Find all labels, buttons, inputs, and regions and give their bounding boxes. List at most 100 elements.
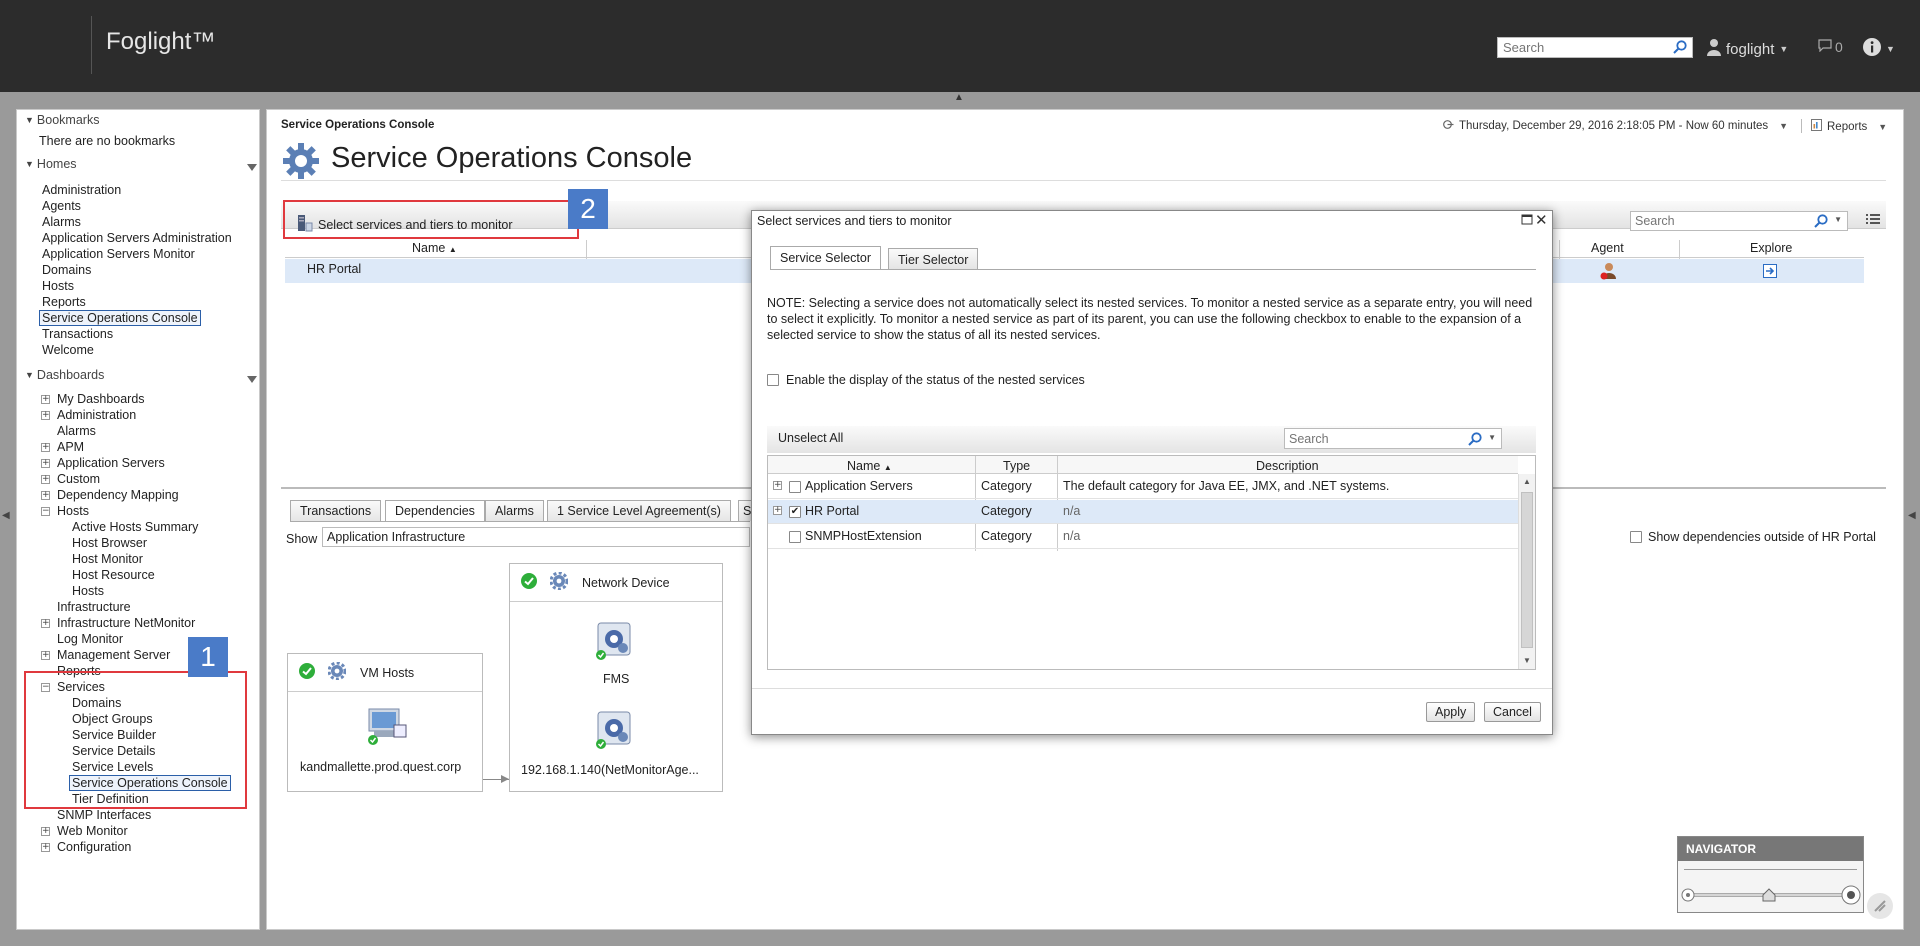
column-header-name[interactable]: Name ▲ <box>412 241 457 255</box>
home-link-transactions[interactable]: Transactions <box>42 327 113 342</box>
scrollbar-thumb[interactable] <box>1521 492 1533 648</box>
show-dropdown[interactable]: Application Infrastructure <box>322 527 750 547</box>
home-link-domains[interactable]: Domains <box>42 263 91 278</box>
search-icon[interactable] <box>1467 431 1483 450</box>
scroll-up-icon[interactable]: ▲ <box>1523 477 1531 486</box>
checkbox-box[interactable] <box>1630 531 1642 543</box>
filter-icon[interactable] <box>247 164 257 171</box>
expand-icon[interactable]: + <box>41 395 50 404</box>
close-icon[interactable]: ✕ <box>1535 211 1548 229</box>
dash-alarms[interactable]: Alarms <box>57 424 96 439</box>
home-link-reports[interactable]: Reports <box>42 295 86 310</box>
vm-host-label[interactable]: kandmallette.prod.quest.corp <box>300 760 461 774</box>
messages-button[interactable]: 0 <box>1818 39 1843 55</box>
expand-icon[interactable]: + <box>41 651 50 660</box>
expand-icon[interactable]: + <box>41 619 50 628</box>
global-search[interactable] <box>1497 37 1693 58</box>
resize-corner-icon[interactable] <box>1866 892 1894 923</box>
apply-button[interactable]: Apply <box>1426 702 1476 722</box>
dash-apm[interactable]: APM <box>57 440 84 455</box>
filter-icon[interactable] <box>247 376 257 383</box>
dashboards-header[interactable]: ▼ Dashboards <box>25 368 104 382</box>
expand-icon[interactable]: + <box>41 843 50 852</box>
dash-my-dashboards[interactable]: My Dashboards <box>57 392 145 407</box>
home-link-hosts[interactable]: Hosts <box>42 279 74 294</box>
expand-icon[interactable]: + <box>41 443 50 452</box>
dash-custom[interactable]: Custom <box>57 472 100 487</box>
row-checkbox[interactable] <box>789 481 801 493</box>
home-link-agents[interactable]: Agents <box>42 199 81 214</box>
tab-tier-selector[interactable]: Tier Selector <box>888 248 979 269</box>
collapse-icon[interactable]: − <box>41 507 50 516</box>
services-search[interactable]: ▼ <box>1630 211 1848 231</box>
tab-dependencies[interactable]: Dependencies <box>385 500 485 522</box>
chevron-down-icon[interactable]: ▼ <box>1488 433 1496 442</box>
column-header-name[interactable]: Name ▲ <box>847 459 892 473</box>
home-link-welcome[interactable]: Welcome <box>42 343 94 358</box>
dash-log-monitor[interactable]: Log Monitor <box>57 632 123 647</box>
chevron-down-icon[interactable]: ▼ <box>1834 215 1842 224</box>
help-menu[interactable]: ▼ <box>1862 37 1895 60</box>
table-row[interactable]: + ✔ HR Portal Category n/a <box>768 500 1518 524</box>
dash-administration[interactable]: Administration <box>57 408 136 423</box>
expand-icon[interactable]: + <box>773 481 782 490</box>
reports-menu[interactable]: Reports ▼ <box>1811 119 1887 134</box>
column-header-description[interactable]: Description <box>1256 459 1319 473</box>
fms-label[interactable]: FMS <box>603 672 629 686</box>
time-range-selector[interactable]: Thursday, December 29, 2016 2:18:05 PM -… <box>1443 119 1803 133</box>
home-link-alarms[interactable]: Alarms <box>42 215 81 230</box>
expand-icon[interactable]: + <box>41 475 50 484</box>
bookmarks-header[interactable]: ▼ Bookmarks <box>25 113 99 127</box>
show-outside-deps-checkbox[interactable]: Show dependencies outside of HR Portal <box>1630 530 1876 544</box>
network-device-icon[interactable] <box>596 621 634 664</box>
dash-infrastructure-netmonitor[interactable]: Infrastructure NetMonitor <box>57 616 195 631</box>
dash-web-monitor[interactable]: Web Monitor <box>57 824 128 839</box>
user-menu[interactable]: foglight ▼ <box>1707 38 1788 60</box>
expand-icon[interactable]: + <box>41 411 50 420</box>
column-header-agent[interactable]: Agent <box>1591 241 1624 255</box>
cancel-button[interactable]: Cancel <box>1484 702 1541 722</box>
dash-hosts-host-monitor[interactable]: Host Monitor <box>72 552 143 567</box>
nested-services-checkbox[interactable]: Enable the display of the status of the … <box>767 373 1085 387</box>
dash-hosts-active-summary[interactable]: Active Hosts Summary <box>72 520 198 535</box>
collapse-header-toggle[interactable]: ▲ <box>954 92 964 103</box>
brand-logo[interactable]: Foglight™ <box>106 28 215 56</box>
home-link-administration[interactable]: Administration <box>42 183 121 198</box>
homes-header[interactable]: ▼ Homes <box>25 157 77 171</box>
dash-infrastructure[interactable]: Infrastructure <box>57 600 131 615</box>
home-link-service-operations-console[interactable]: Service Operations Console <box>39 310 201 326</box>
dash-hosts[interactable]: Hosts <box>57 504 89 519</box>
column-header-type[interactable]: Type <box>1003 459 1030 473</box>
dash-hosts-host-browser[interactable]: Host Browser <box>72 536 147 551</box>
tab-alarms[interactable]: Alarms <box>485 500 544 521</box>
zoom-out-icon[interactable] <box>1681 888 1695 905</box>
tab-transactions[interactable]: Transactions <box>290 500 382 521</box>
unselect-all-button[interactable]: Unselect All <box>778 431 843 445</box>
netmonitor-agent-label[interactable]: 192.168.1.140(NetMonitorAge... <box>521 763 699 777</box>
service-name-cell[interactable]: HR Portal <box>307 262 361 276</box>
dash-snmp-interfaces[interactable]: SNMP Interfaces <box>57 808 151 823</box>
maximize-icon[interactable] <box>1521 214 1533 229</box>
collapse-left-toggle[interactable]: ◀ <box>2 510 10 521</box>
dash-dependency-mapping[interactable]: Dependency Mapping <box>57 488 179 503</box>
dash-application-servers[interactable]: Application Servers <box>57 456 165 471</box>
list-options-icon[interactable] <box>1866 213 1880 228</box>
search-icon[interactable] <box>1672 39 1688 58</box>
zoom-in-icon[interactable] <box>1841 885 1861 908</box>
dash-hosts-hosts[interactable]: Hosts <box>72 584 104 599</box>
tab-service-selector[interactable]: Service Selector <box>770 246 882 270</box>
home-link-app-servers-admin[interactable]: Application Servers Administration <box>42 231 232 246</box>
table-row[interactable]: SNMPHostExtension Category n/a <box>768 525 1518 549</box>
row-checkbox-checked[interactable]: ✔ <box>789 506 801 518</box>
column-header-explore[interactable]: Explore <box>1750 241 1792 255</box>
collapse-right-toggle[interactable]: ◀ <box>1908 510 1916 521</box>
dash-management-server[interactable]: Management Server <box>57 648 170 663</box>
dash-configuration[interactable]: Configuration <box>57 840 131 855</box>
scroll-down-icon[interactable]: ▼ <box>1523 656 1531 665</box>
vertical-scrollbar[interactable]: ▲ ▼ <box>1518 474 1535 669</box>
zoom-handle[interactable] <box>1762 888 1776 905</box>
expand-icon[interactable]: + <box>41 827 50 836</box>
checkbox-box[interactable] <box>767 374 779 386</box>
dialog-search[interactable]: ▼ <box>1284 428 1502 449</box>
dialog-search-input[interactable] <box>1285 429 1465 448</box>
